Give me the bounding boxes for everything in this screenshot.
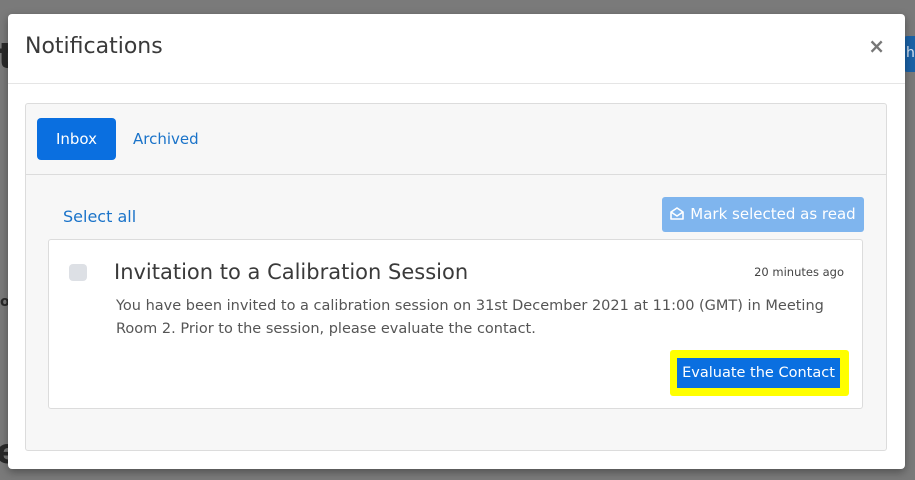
modal-header: Notifications × [8, 14, 905, 84]
notifications-modal: Notifications × Inbox Archived Select al… [8, 14, 905, 469]
select-all-link[interactable]: Select all [63, 207, 136, 226]
notification-title: Invitation to a Calibration Session [114, 260, 469, 284]
notification-card: Invitation to a Calibration Session 20 m… [48, 239, 863, 409]
action-highlight: Evaluate the Contact [670, 350, 849, 396]
close-button[interactable]: × [868, 34, 885, 58]
notification-body: You have been invited to a calibration s… [116, 298, 824, 337]
background-button-fragment: h [904, 36, 915, 72]
tab-archived[interactable]: Archived [133, 118, 199, 160]
notifications-panel: Inbox Archived Select all Mark selected … [25, 103, 887, 451]
mark-selected-read-button[interactable]: Mark selected as read [662, 197, 864, 232]
modal-title: Notifications [25, 34, 163, 59]
envelope-open-icon [670, 198, 685, 233]
evaluate-contact-button[interactable]: Evaluate the Contact [677, 358, 840, 388]
notification-timestamp: 20 minutes ago [754, 265, 844, 279]
tab-inbox[interactable]: Inbox [37, 118, 116, 160]
notification-checkbox[interactable] [69, 264, 87, 281]
mark-read-label: Mark selected as read [690, 205, 856, 223]
tab-bar: Inbox Archived [26, 104, 886, 175]
